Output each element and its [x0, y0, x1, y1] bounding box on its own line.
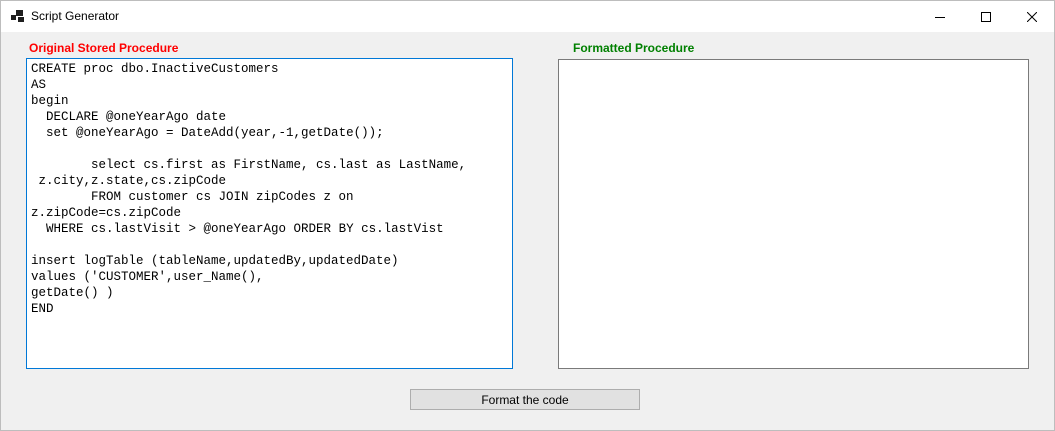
close-button[interactable] [1009, 1, 1055, 32]
close-icon [1027, 11, 1037, 22]
window-title: Script Generator [31, 9, 120, 23]
minimize-icon [935, 16, 945, 18]
app-window-icon [11, 10, 25, 22]
maximize-icon [981, 11, 991, 22]
maximize-button[interactable] [963, 1, 1009, 32]
original-procedure-textbox[interactable] [26, 58, 513, 369]
formatted-procedure-textbox[interactable] [558, 59, 1029, 369]
script-generator-window: Script Generator Original Stored Procedu… [0, 0, 1055, 431]
format-code-button[interactable]: Format the code [410, 389, 640, 410]
minimize-button[interactable] [917, 1, 963, 32]
formatted-procedure-label: Formatted Procedure [573, 41, 695, 55]
original-procedure-label: Original Stored Procedure [29, 41, 179, 55]
title-bar[interactable]: Script Generator [1, 1, 1054, 32]
